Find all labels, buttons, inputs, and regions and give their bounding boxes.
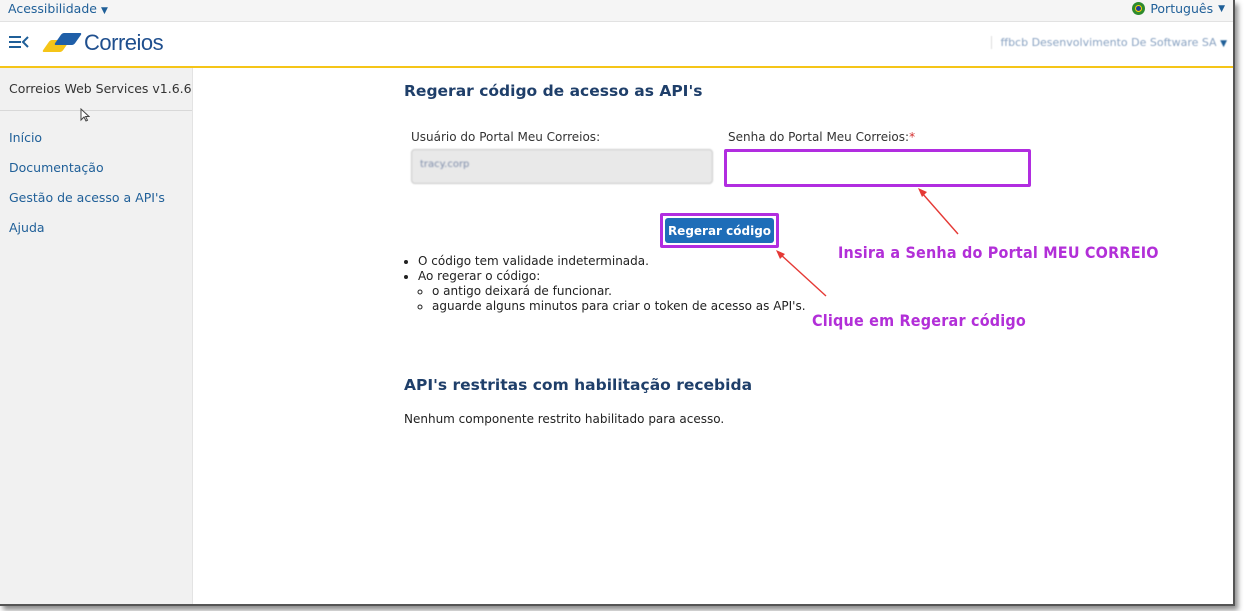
- chevron-down-icon: ▼: [1220, 39, 1227, 49]
- accessibility-bar: Acessibilidade ▼ Português ▼: [0, 0, 1233, 22]
- sidebar-item-gestao-acesso[interactable]: Gestão de acesso a API's: [9, 190, 165, 220]
- language-label: Português: [1150, 1, 1214, 16]
- main-content: Regerar código de acesso as API's Usuári…: [193, 68, 1233, 604]
- password-label-text: Senha do Portal Meu Correios:: [728, 130, 910, 144]
- sidebar-item-ajuda[interactable]: Ajuda: [9, 220, 165, 250]
- page-title: Regerar código de acesso as API's: [404, 82, 703, 100]
- button-highlight: Regerar código: [660, 213, 779, 248]
- site-header: Correios ffbcb Desenvolvimento De Softwa…: [0, 22, 1233, 68]
- note-item-text: Ao regerar o código:: [418, 269, 541, 283]
- note-subitem: aguarde alguns minutos para criar o toke…: [432, 299, 806, 314]
- regenerate-code-button[interactable]: Regerar código: [665, 218, 774, 243]
- brazil-flag-icon: [1132, 2, 1146, 15]
- sidebar: Correios Web Services v1.6.6 Início Docu…: [0, 68, 193, 604]
- chevron-down-icon: ▼: [100, 6, 108, 16]
- note-item: Ao regerar o código: o antigo deixará de…: [418, 269, 806, 314]
- info-notes: O código tem validade indeterminada. Ao …: [404, 254, 806, 314]
- mouse-cursor-icon: [80, 107, 91, 126]
- accessibility-label: Acessibilidade: [8, 1, 97, 16]
- chevron-down-icon: ▼: [1218, 3, 1225, 14]
- button-annotation: Clique em Regerar código: [812, 311, 1027, 330]
- sidebar-item-documentacao[interactable]: Documentação: [9, 160, 165, 190]
- password-annotation: Insira a Senha do Portal MEU CORREIO: [838, 243, 1159, 262]
- accessibility-menu[interactable]: Acessibilidade ▼: [8, 1, 108, 16]
- correios-logo-icon: [41, 31, 83, 55]
- language-selector[interactable]: Português ▼: [1132, 1, 1225, 16]
- browser-frame: Acessibilidade ▼ Português ▼ Correios ff…: [0, 0, 1235, 606]
- correios-logo[interactable]: Correios: [41, 30, 164, 56]
- user-field: tracy.corp: [411, 149, 713, 184]
- note-subitem: o antigo deixará de funcionar.: [432, 284, 806, 299]
- user-label: Usuário do Portal Meu Correios:: [411, 130, 601, 144]
- company-menu[interactable]: ffbcb Desenvolvimento De Software SA ▼: [991, 36, 1227, 49]
- sidebar-item-inicio[interactable]: Início: [9, 130, 165, 160]
- password-label: Senha do Portal Meu Correios:*: [728, 130, 915, 144]
- logo-text: Correios: [84, 30, 164, 55]
- app-version: Correios Web Services v1.6.6: [9, 81, 192, 96]
- restricted-apis-title: API's restritas com habilitação recebida: [404, 376, 753, 394]
- required-mark: *: [909, 130, 916, 144]
- password-highlight: [724, 149, 1031, 187]
- menu-collapse-icon[interactable]: [8, 32, 30, 52]
- company-name: ffbcb Desenvolvimento De Software SA: [1000, 36, 1217, 49]
- sidebar-nav: Início Documentação Gestão de acesso a A…: [9, 130, 165, 250]
- note-item: O código tem validade indeterminada.: [418, 254, 806, 269]
- sidebar-divider: [0, 110, 192, 111]
- password-input[interactable]: [727, 152, 1028, 184]
- restricted-apis-empty: Nenhum componente restrito habilitado pa…: [404, 412, 725, 426]
